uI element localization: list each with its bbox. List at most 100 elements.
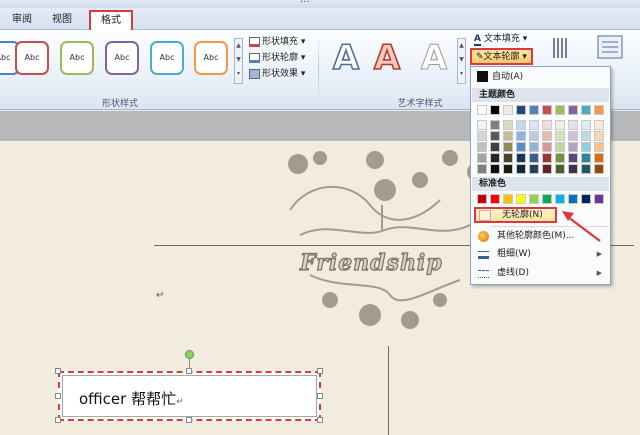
theme-color-swatch[interactable] [555,120,565,130]
theme-color-swatch[interactable] [477,153,487,163]
textbox-text[interactable]: officer 帮帮忙↵ [79,388,184,409]
menu-item-no-outline[interactable]: 无轮廓(N) [474,207,557,223]
theme-color-swatch[interactable] [516,142,526,152]
theme-color-swatch[interactable] [490,105,500,115]
theme-color-swatch[interactable] [594,142,604,152]
theme-color-swatch[interactable] [503,153,513,163]
theme-color-swatch[interactable] [490,164,500,174]
theme-color-swatch[interactable] [529,164,539,174]
shape-style-gallery-scroll[interactable]: ▲ ▼ ▾ [234,38,243,84]
resize-handle-bottom[interactable] [186,417,192,423]
standard-color-swatch[interactable] [568,194,578,204]
theme-color-swatch[interactable] [516,120,526,130]
standard-color-swatch[interactable] [581,194,591,204]
theme-color-swatch[interactable] [516,131,526,141]
theme-color-swatch[interactable] [594,131,604,141]
theme-color-swatch[interactable] [477,142,487,152]
theme-color-swatch[interactable] [542,142,552,152]
standard-color-swatch[interactable] [516,194,526,204]
theme-color-swatch[interactable] [516,164,526,174]
shape-effects-button[interactable]: 形状效果 ▾ [249,68,305,81]
theme-color-swatch[interactable] [581,164,591,174]
resize-handle-bottom-right[interactable] [317,417,323,423]
wordart-style-2[interactable]: A [367,36,407,80]
menu-item-automatic[interactable]: 自动(A) [475,70,606,84]
shape-fill-button[interactable]: 形状填充 ▾ [249,36,305,49]
standard-color-swatch[interactable] [594,194,604,204]
resize-handle-right[interactable] [317,393,323,399]
theme-color-swatch[interactable] [503,105,513,115]
theme-color-swatch[interactable] [581,153,591,163]
theme-color-swatch[interactable] [581,131,591,141]
standard-color-swatch[interactable] [477,194,487,204]
standard-color-swatch[interactable] [503,194,513,204]
theme-color-swatch[interactable] [594,164,604,174]
theme-color-swatch[interactable] [490,153,500,163]
selected-textbox[interactable]: officer 帮帮忙↵ [58,371,321,421]
theme-color-swatch[interactable] [516,105,526,115]
rotation-handle[interactable] [185,350,194,359]
menu-item-dashes[interactable]: 虚线(D) ▶ [475,265,608,282]
theme-color-swatch[interactable] [490,131,500,141]
theme-color-swatch[interactable] [477,131,487,141]
theme-color-swatch[interactable] [516,153,526,163]
theme-color-swatch[interactable] [477,105,487,115]
theme-color-swatch[interactable] [503,120,513,130]
theme-color-swatch[interactable] [568,120,578,130]
resize-handle-top-right[interactable] [317,368,323,374]
resize-handle-bottom-left[interactable] [55,417,61,423]
theme-color-swatch[interactable] [503,131,513,141]
theme-color-swatch[interactable] [581,120,591,130]
theme-color-swatch[interactable] [529,153,539,163]
standard-color-swatch[interactable] [529,194,539,204]
theme-color-swatch[interactable] [529,105,539,115]
tab-review[interactable]: 审阅 [4,11,40,30]
resize-handle-top[interactable] [186,368,192,374]
theme-color-swatch[interactable] [581,105,591,115]
theme-color-swatch[interactable] [503,164,513,174]
theme-color-swatch[interactable] [594,153,604,163]
theme-color-swatch[interactable] [490,120,500,130]
shape-style-4[interactable]: Abc [105,41,139,75]
standard-color-swatch[interactable] [555,194,565,204]
resize-handle-left[interactable] [55,393,61,399]
theme-color-swatch[interactable] [594,105,604,115]
theme-color-swatch[interactable] [568,164,578,174]
theme-color-swatch[interactable] [555,105,565,115]
theme-color-swatch[interactable] [568,131,578,141]
standard-color-swatch[interactable] [490,194,500,204]
text-outline-button[interactable]: ✎文本轮廓 ▾ [470,48,533,65]
theme-color-swatch[interactable] [529,120,539,130]
theme-color-swatch[interactable] [542,105,552,115]
resize-handle-top-left[interactable] [55,368,61,374]
shape-outline-button[interactable]: 形状轮廓 ▾ [249,52,305,65]
theme-color-swatch[interactable] [529,142,539,152]
theme-color-swatch[interactable] [555,131,565,141]
theme-color-swatch[interactable] [542,164,552,174]
theme-color-swatch[interactable] [477,120,487,130]
theme-color-swatch[interactable] [490,142,500,152]
theme-color-swatch[interactable] [568,105,578,115]
wordart-gallery-scroll[interactable]: ▲ ▼ ▾ [457,38,466,84]
theme-color-swatch[interactable] [542,131,552,141]
standard-color-swatch[interactable] [542,194,552,204]
theme-color-swatch[interactable] [568,142,578,152]
menu-item-weight[interactable]: 粗细(W) ▶ [475,246,608,263]
theme-color-swatch[interactable] [581,142,591,152]
shape-style-6[interactable]: Abc [194,41,228,75]
theme-color-swatch[interactable] [542,120,552,130]
theme-color-swatch[interactable] [503,142,513,152]
theme-color-swatch[interactable] [594,120,604,130]
theme-color-swatch[interactable] [568,153,578,163]
tab-format[interactable]: 格式 [89,10,133,31]
shape-style-5[interactable]: Abc [150,41,184,75]
theme-color-swatch[interactable] [529,131,539,141]
theme-color-swatch[interactable] [555,164,565,174]
tab-view[interactable]: 视图 [44,11,80,30]
shape-style-2[interactable]: Abc [15,41,49,75]
theme-color-swatch[interactable] [555,153,565,163]
wordart-style-3[interactable]: A [414,36,454,80]
theme-color-swatch[interactable] [555,142,565,152]
text-fill-button[interactable]: A 文本填充 ▾ [474,33,527,46]
theme-color-swatch[interactable] [542,153,552,163]
